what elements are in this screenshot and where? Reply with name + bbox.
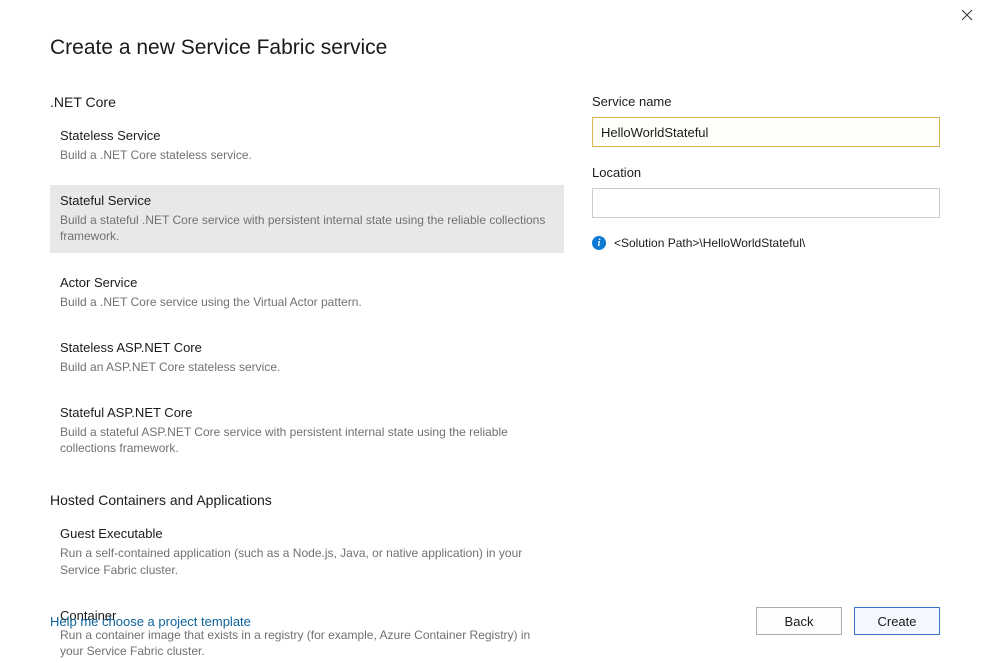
template-name: Stateful ASP.NET Core	[60, 405, 554, 420]
back-button[interactable]: Back	[756, 607, 842, 635]
template-name: Actor Service	[60, 275, 554, 290]
template-name: Stateful Service	[60, 193, 554, 208]
template-desc: Build a .NET Core service using the Virt…	[60, 294, 554, 310]
category-heading: .NET Core	[50, 94, 564, 110]
location-input[interactable]	[592, 188, 940, 218]
solution-path-text: <Solution Path>\HelloWorldStateful\	[614, 236, 805, 250]
service-name-input[interactable]	[592, 117, 940, 147]
template-desc: Build a stateful .NET Core service with …	[60, 212, 554, 244]
template-stateless-service[interactable]: Stateless Service Build a .NET Core stat…	[50, 120, 564, 171]
service-name-label: Service name	[592, 94, 940, 109]
template-desc: Build a stateful ASP.NET Core service wi…	[60, 424, 554, 456]
create-button[interactable]: Create	[854, 607, 940, 635]
template-stateful-service[interactable]: Stateful Service Build a stateful .NET C…	[50, 185, 564, 252]
template-list[interactable]: .NET Core Stateless Service Build a .NET…	[50, 94, 570, 663]
info-icon: i	[592, 236, 606, 250]
template-desc: Build an ASP.NET Core stateless service.	[60, 359, 554, 375]
template-name: Stateless Service	[60, 128, 554, 143]
template-name: Guest Executable	[60, 526, 554, 541]
category-heading: Hosted Containers and Applications	[50, 492, 564, 508]
template-desc: Build a .NET Core stateless service.	[60, 147, 554, 163]
template-guest-executable[interactable]: Guest Executable Run a self-contained ap…	[50, 518, 564, 585]
help-link[interactable]: Help me choose a project template	[50, 614, 251, 629]
dialog-title: Create a new Service Fabric service	[50, 36, 940, 60]
template-stateful-aspnet[interactable]: Stateful ASP.NET Core Build a stateful A…	[50, 397, 564, 464]
template-name: Stateless ASP.NET Core	[60, 340, 554, 355]
template-stateless-aspnet[interactable]: Stateless ASP.NET Core Build an ASP.NET …	[50, 332, 564, 383]
template-actor-service[interactable]: Actor Service Build a .NET Core service …	[50, 267, 564, 318]
location-label: Location	[592, 165, 940, 180]
template-desc: Run a self-contained application (such a…	[60, 545, 554, 577]
